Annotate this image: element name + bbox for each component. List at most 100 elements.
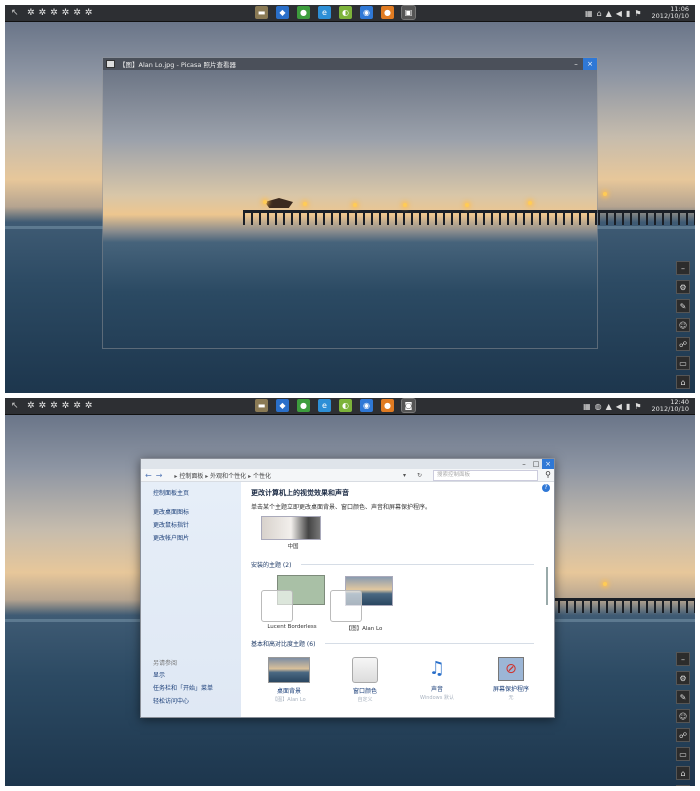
settings-icon[interactable]: ⚙ (676, 671, 690, 685)
gear-icon[interactable]: ✲ (85, 401, 93, 411)
app-icon[interactable]: ◐ (339, 399, 352, 412)
photo-image (103, 70, 597, 348)
minimize-icon[interactable]: – (676, 261, 690, 275)
network-icon[interactable]: ▮ (626, 402, 630, 411)
side-dock: – ⚙ ✎ ☺ ☍ ▭ ⌂ ▥ (676, 261, 690, 393)
gear-icon[interactable]: ✲ (39, 8, 47, 18)
see-also-link[interactable]: 显示 (153, 670, 213, 679)
sidebar-link[interactable]: 更改帐户图片 (153, 533, 241, 542)
see-also-link[interactable]: 轻松访问中心 (153, 696, 213, 705)
control-panel-icon[interactable]: ◙ (401, 398, 416, 413)
tray-icon[interactable]: ▲ (606, 402, 612, 411)
breadcrumb-item[interactable]: 控制面板 (179, 473, 203, 480)
window-titlebar[interactable]: – □ × (141, 459, 554, 469)
flag-icon[interactable]: ⚑ (634, 402, 641, 411)
firefox-icon[interactable]: ● (381, 399, 394, 412)
volume-icon[interactable]: ◀ (616, 9, 622, 18)
gear-icon[interactable]: ✲ (85, 8, 93, 18)
setting-label: 屏幕保护程序 (492, 686, 529, 693)
minimize-button[interactable]: – (569, 58, 583, 70)
help-icon[interactable]: ? (542, 484, 550, 492)
minimize-button[interactable]: – (518, 459, 530, 469)
gear-icon[interactable]: ✲ (50, 8, 58, 18)
sidebar-link[interactable]: 更改鼠标指针 (153, 520, 241, 529)
refresh-icon[interactable]: ↻ (417, 472, 422, 479)
app-icon[interactable]: ● (297, 399, 310, 412)
gear-icon[interactable]: ✲ (73, 8, 81, 18)
gear-icon[interactable]: ✲ (27, 401, 35, 411)
gear-icon[interactable]: ✲ (27, 8, 35, 18)
tray-icon[interactable]: ▦ (583, 402, 591, 411)
app-icon[interactable]: ◆ (276, 6, 289, 19)
close-button[interactable]: × (542, 459, 554, 469)
back-arrow-icon[interactable]: ← (145, 471, 152, 480)
folder-icon[interactable]: ▬ (255, 6, 268, 19)
gear-icon[interactable]: ✲ (62, 8, 70, 18)
network-icon[interactable]: ▮ (626, 9, 630, 18)
breadcrumb: ▸ 控制面板 ▸ 外观和个性化 ▸ 个性化 (174, 472, 272, 480)
network-icon[interactable]: ☍ (676, 728, 690, 742)
minimize-icon[interactable]: – (676, 652, 690, 666)
search-input[interactable]: 搜索控制面板 (433, 470, 538, 481)
search-icon[interactable]: ⚲ (545, 470, 551, 479)
sidebar: 控制面板主页 更改桌面图标 更改鼠标指针 更改帐户图片 另请参阅 显示 任务栏和… (141, 482, 241, 717)
monitor-icon[interactable]: ▭ (676, 356, 690, 370)
pen-icon[interactable]: ✎ (676, 690, 690, 704)
firefox-icon[interactable]: ● (381, 6, 394, 19)
app-icon[interactable]: ◐ (339, 6, 352, 19)
people-icon[interactable]: ☺ (676, 709, 690, 723)
ie-icon[interactable]: e (318, 399, 331, 412)
side-dock: – ⚙ ✎ ☺ ☍ ▭ ⌂ ▥ (676, 652, 690, 786)
clock[interactable]: 12:40 2012/10/10 (652, 399, 689, 413)
app-icon[interactable]: ◉ (360, 6, 373, 19)
forward-arrow-icon[interactable]: → (156, 471, 163, 480)
address-bar: ← → ▸ 控制面板 ▸ 外观和个性化 ▸ 个性化 ▾ ↻ 搜索控制面板 ⚲ (141, 469, 554, 482)
see-also-link[interactable]: 任务栏和「开始」菜单 (153, 683, 213, 692)
gear-icon[interactable]: ✲ (73, 401, 81, 411)
trash-icon[interactable]: ▥ (676, 785, 690, 786)
clock-date: 2012/10/10 (651, 405, 689, 413)
people-icon[interactable]: ☺ (676, 318, 690, 332)
theme-window-frame (261, 590, 293, 622)
start-icon[interactable]: ↖ (11, 401, 23, 411)
sidebar-home-link[interactable]: 控制面板主页 (153, 488, 241, 497)
clock[interactable]: 11:06 2012/10/10 (652, 6, 689, 20)
breadcrumb-item[interactable]: 外观和个性化 (210, 473, 246, 480)
tray-icon[interactable]: ⌂ (597, 9, 602, 18)
home-icon[interactable]: ⌂ (676, 766, 690, 780)
tray-icon[interactable]: ◍ (595, 402, 602, 411)
tray-icon[interactable]: ▦ (585, 9, 593, 18)
viewer-titlebar[interactable]: 【图】Alan Lo.jpg - Picasa 照片查看器 – × (103, 58, 597, 70)
folder-icon[interactable]: ▬ (255, 399, 268, 412)
setting-label: 声音 (430, 686, 443, 693)
sounds-setting[interactable]: ♫ 声音 Windows 默认 (407, 657, 467, 701)
screen-saver-setting[interactable]: ⊘ 屏幕保护程序 无 (481, 657, 541, 701)
maximize-button[interactable]: □ (530, 459, 542, 469)
sidebar-link[interactable]: 更改桌面图标 (153, 507, 241, 516)
app-icon[interactable]: ● (297, 6, 310, 19)
window-color-setting[interactable]: 窗口颜色 自定义 (335, 657, 395, 703)
volume-icon[interactable]: ◀ (616, 402, 622, 411)
home-icon[interactable]: ⌂ (676, 375, 690, 389)
app-icon[interactable]: ◉ (360, 399, 373, 412)
scrollbar[interactable] (546, 567, 548, 605)
monitor-icon[interactable]: ▭ (676, 747, 690, 761)
pen-icon[interactable]: ✎ (676, 299, 690, 313)
settings-icon[interactable]: ⚙ (676, 280, 690, 294)
start-icon[interactable]: ↖ (11, 8, 23, 18)
gear-icon[interactable]: ✲ (62, 401, 70, 411)
network-icon[interactable]: ☍ (676, 337, 690, 351)
close-button[interactable]: × (583, 58, 597, 70)
desktop-background-setting[interactable]: 桌面背景 【图】Alan Lo (259, 657, 319, 703)
tray-icon[interactable]: ▲ (606, 9, 612, 18)
taskbar: ↖ ✲ ✲ ✲ ✲ ✲ ✲ ▬ ◆ ● e ◐ ◉ ● ▣ ▦ ⌂ ▲ ◀ ▮ … (5, 5, 695, 22)
dropdown-icon[interactable]: ▾ (403, 472, 406, 479)
gear-icon[interactable]: ✲ (50, 401, 58, 411)
flag-icon[interactable]: ⚑ (634, 9, 641, 18)
app-icon[interactable]: ◆ (276, 399, 289, 412)
ie-icon[interactable]: e (318, 6, 331, 19)
gear-icon[interactable]: ✲ (39, 401, 47, 411)
breadcrumb-item[interactable]: 个性化 (253, 473, 271, 480)
picasa-viewer-icon[interactable]: ▣ (401, 5, 416, 20)
theme-thumbnail[interactable] (261, 516, 321, 540)
